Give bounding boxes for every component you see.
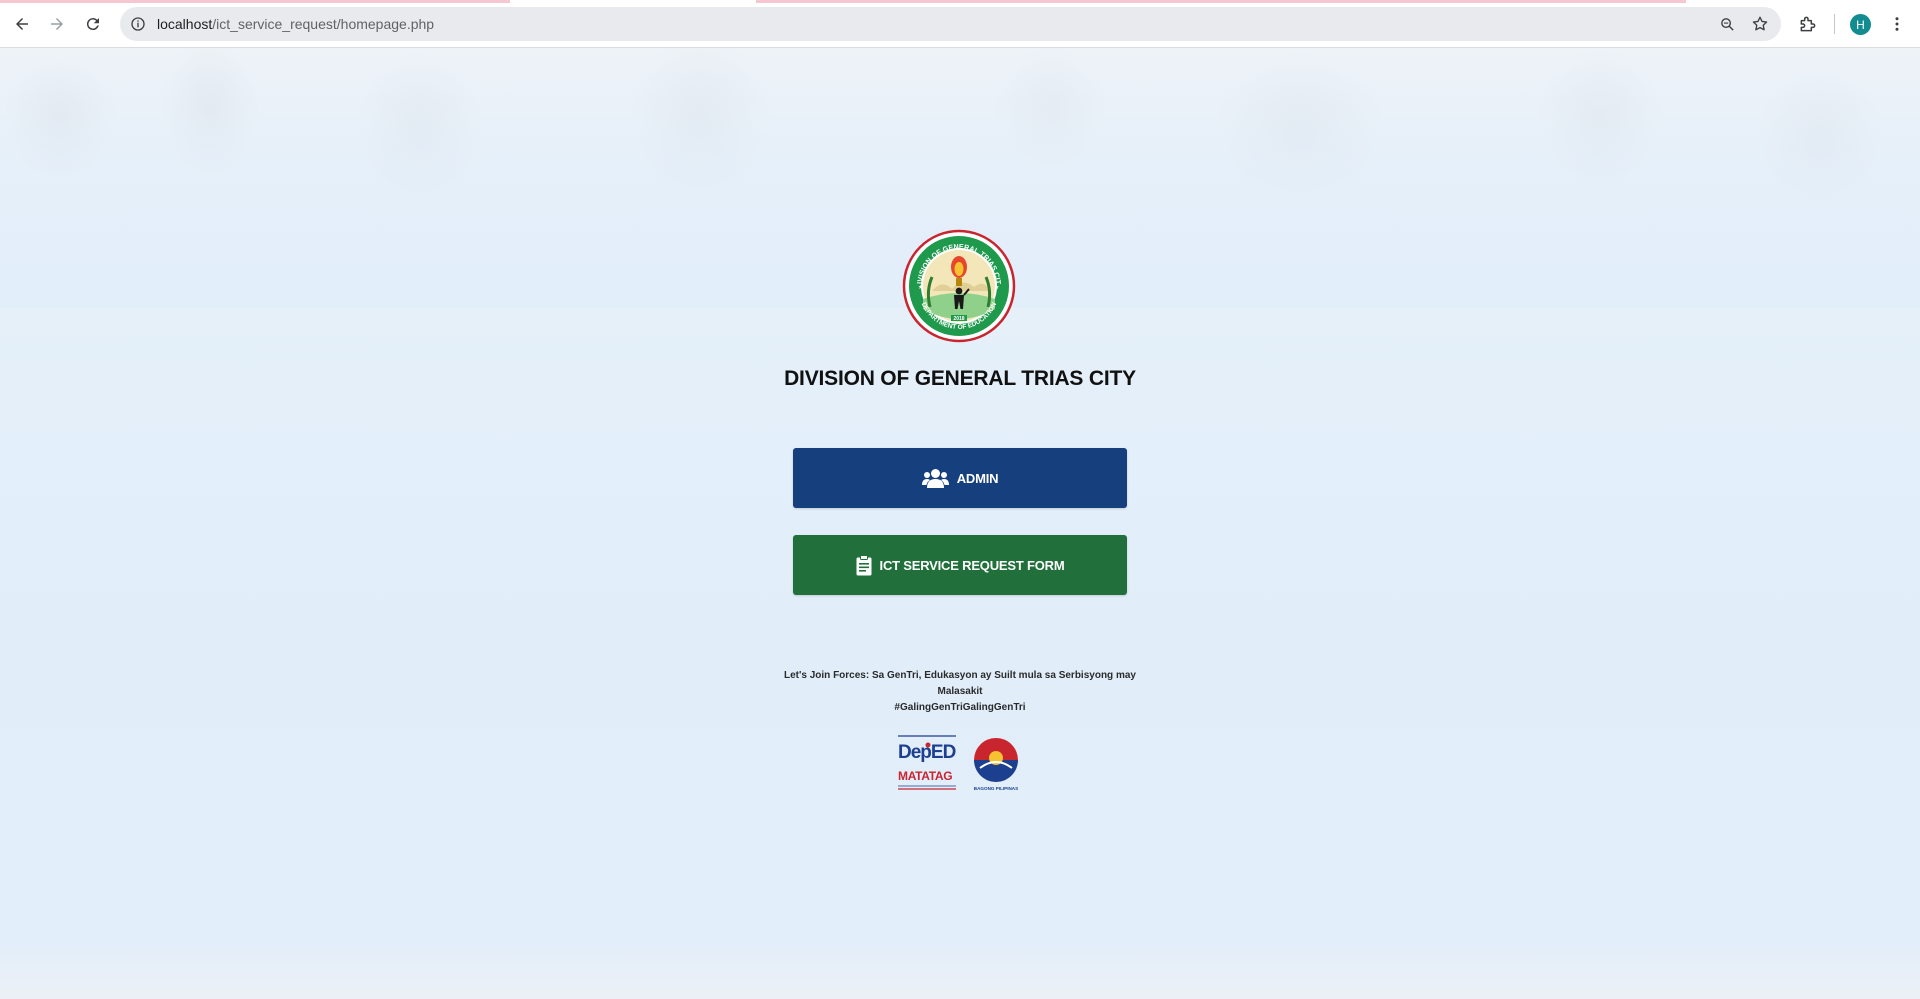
back-button[interactable] <box>8 10 36 38</box>
partner-logos: DepED MATATAG BAGONG PILIPINAS <box>898 735 1018 791</box>
address-bar[interactable]: localhost/ict_service_request/homepage.p… <box>120 7 1781 41</box>
profile-avatar[interactable]: H <box>1850 14 1871 35</box>
reload-icon <box>86 18 99 31</box>
loading-bar <box>0 0 510 3</box>
slogan-line-1: Let's Join Forces: Sa GenTri, Edukasyon … <box>784 670 1136 681</box>
users-icon <box>921 468 949 488</box>
puzzle-icon <box>1800 16 1816 32</box>
svg-text:★: ★ <box>994 284 999 291</box>
admin-button-label: ADMIN <box>956 470 999 486</box>
seal-year: 2018 <box>953 316 964 322</box>
kebab-menu-icon <box>1895 17 1899 31</box>
url-path: /ict_service_request/homepage.php <box>212 16 435 32</box>
arrow-left-icon <box>16 18 28 30</box>
forward-button[interactable] <box>43 10 71 38</box>
slogan-line-2: Malasakit <box>937 686 983 697</box>
bookmark-button[interactable] <box>1750 14 1770 34</box>
svg-text:★: ★ <box>918 284 923 291</box>
svg-text:MATATAG: MATATAG <box>898 769 952 783</box>
extensions-button[interactable] <box>1797 13 1819 35</box>
info-icon <box>131 17 145 31</box>
clipboard-icon <box>856 554 872 575</box>
browser-menu-button[interactable] <box>1886 13 1908 35</box>
browser-toolbar: localhost/ict_service_request/homepage.p… <box>0 0 1920 48</box>
toolbar-divider <box>1834 14 1835 34</box>
hashtag: #GalingGenTriGalingGenTri <box>894 702 1026 713</box>
bagong-pilipinas-logo: BAGONG PILIPINAS <box>974 738 1018 791</box>
background-bottom-fade <box>0 939 1920 999</box>
admin-button[interactable]: ADMIN <box>793 448 1127 508</box>
ict-button-label: ICT SERVICE REQUEST FORM <box>879 557 1065 573</box>
star-icon <box>1752 16 1768 31</box>
svg-text:BAGONG PILIPINAS: BAGONG PILIPINAS <box>974 786 1018 791</box>
loading-bar-segment <box>756 0 1686 3</box>
zoom-icon <box>1720 17 1734 31</box>
page-body: 2018 DIVISION OF GENERAL TRIAS CITY DEPA… <box>0 48 1920 999</box>
reload-button[interactable] <box>79 10 107 38</box>
arrow-right-icon <box>51 18 63 30</box>
division-seal-logo: 2018 DIVISION OF GENERAL TRIAS CITY DEPA… <box>902 229 1016 343</box>
url-text[interactable]: localhost/ict_service_request/homepage.p… <box>157 16 434 32</box>
page-title: DIVISION OF GENERAL TRIAS CITY <box>784 367 1136 390</box>
site-info-button[interactable] <box>128 14 148 34</box>
zoom-button[interactable] <box>1717 14 1737 34</box>
slogan-text: Let's Join Forces: Sa GenTri, Edukasyon … <box>760 668 1160 716</box>
ict-service-request-button[interactable]: ICT SERVICE REQUEST FORM <box>793 535 1127 595</box>
deped-matatag-logo: DepED MATATAG <box>898 735 957 790</box>
url-host: localhost <box>157 16 213 32</box>
